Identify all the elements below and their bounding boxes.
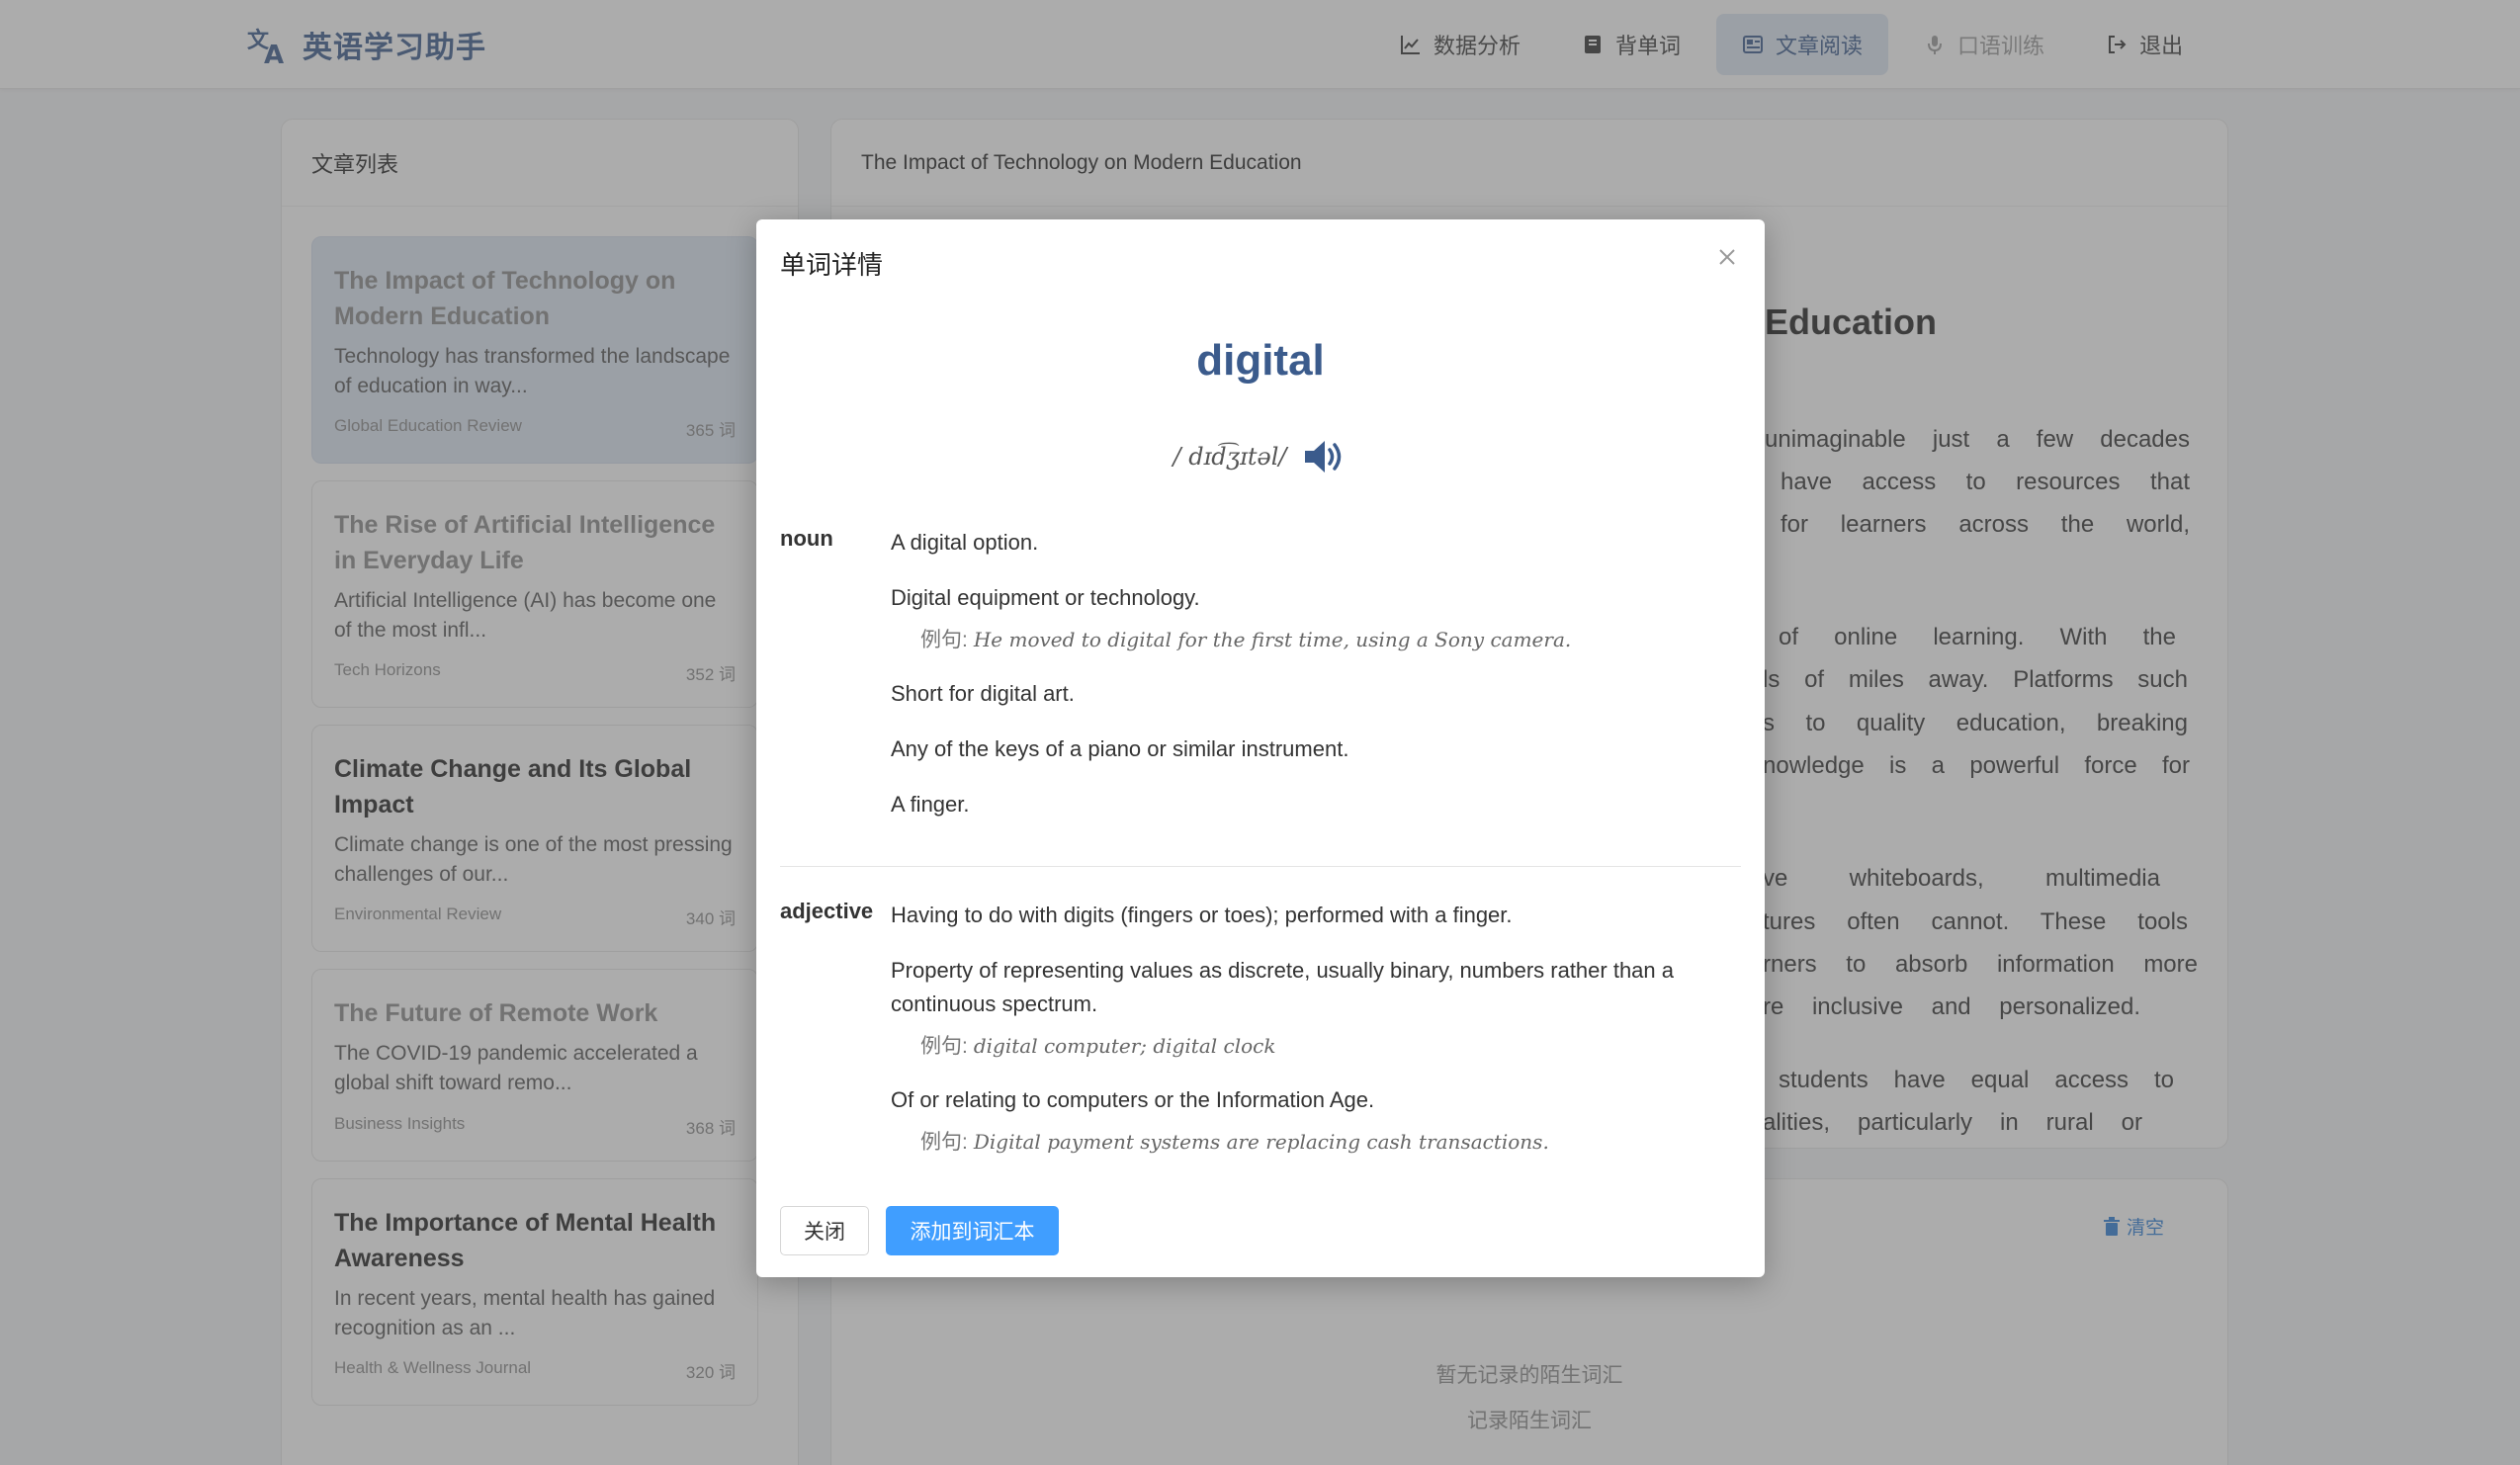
example: 例句: He moved to digital for the first tim…: [891, 625, 1741, 655]
phonetic-text: / dɪd͡ʒɪtəl/: [1173, 443, 1287, 471]
definition-text: Any of the keys of a piano or similar in…: [891, 736, 1349, 761]
definition-list: Having to do with digits (fingers or toe…: [891, 899, 1741, 1179]
word-detail-dialog: 单词详情 digital / dɪd͡ʒɪtəl/ noun A digital…: [756, 219, 1765, 1277]
definition-text: A digital option.: [891, 530, 1039, 555]
word-headword: digital: [1196, 336, 1325, 385]
close-icon[interactable]: [1713, 243, 1741, 271]
definition: Any of the keys of a piano or similar in…: [891, 732, 1741, 766]
definition-text: Digital equipment or technology.: [891, 585, 1200, 610]
example: 例句: Digital payment systems are replacing…: [891, 1127, 1741, 1158]
definition-list: A digital option. Digital equipment or t…: [891, 526, 1741, 843]
definition: A finger.: [891, 788, 1741, 821]
speaker-icon[interactable]: [1302, 437, 1347, 476]
definition: Of or relating to computers or the Infor…: [891, 1083, 1741, 1158]
definition: A digital option.: [891, 526, 1741, 560]
example: 例句: digital computer; digital clock: [891, 1031, 1741, 1062]
close-button[interactable]: 关闭: [780, 1206, 869, 1255]
add-to-vocab-button[interactable]: 添加到词汇本: [886, 1206, 1059, 1255]
definition: Short for digital art.: [891, 677, 1741, 711]
example-label: 例句:: [920, 629, 968, 651]
pos-label: adjective: [780, 899, 874, 923]
example-label: 例句:: [920, 1035, 968, 1058]
definition: Having to do with digits (fingers or toe…: [891, 899, 1741, 932]
example-text: Digital payment systems are replacing ca…: [973, 1130, 1549, 1154]
pos-label: noun: [780, 526, 833, 551]
pronunciation-row: / dɪd͡ʒɪtəl/: [756, 437, 1765, 476]
dialog-title: 单词详情: [780, 250, 884, 280]
pos-divider: [780, 866, 1741, 867]
definition-text: Having to do with digits (fingers or toe…: [891, 903, 1513, 927]
definition-text: Short for digital art.: [891, 681, 1075, 706]
example-text: digital computer; digital clock: [973, 1034, 1276, 1058]
definition-text: Property of representing values as discr…: [891, 958, 1674, 1016]
definition: Property of representing values as discr…: [891, 954, 1741, 1062]
definition: Digital equipment or technology. 例句: He m…: [891, 581, 1741, 655]
example-text: He moved to digital for the first time, …: [973, 628, 1572, 651]
definition-text: Of or relating to computers or the Infor…: [891, 1087, 1375, 1112]
definition-text: A finger.: [891, 792, 970, 817]
example-label: 例句:: [920, 1131, 968, 1154]
